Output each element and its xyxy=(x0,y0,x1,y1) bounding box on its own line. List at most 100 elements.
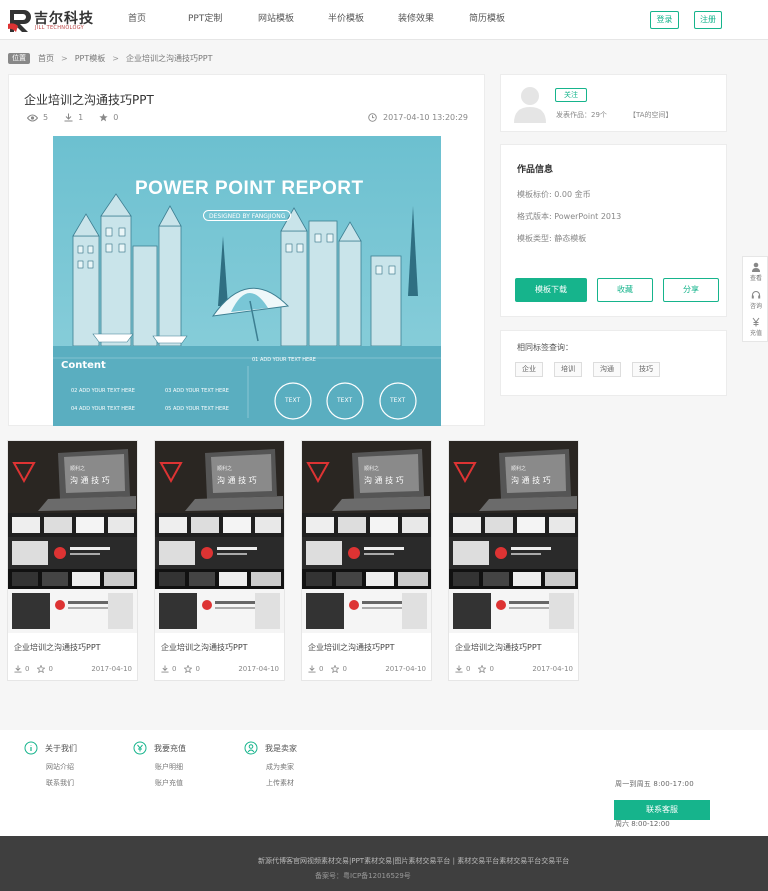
related-thumbnail[interactable]: 顺利之 沟 通 技 巧 xyxy=(449,441,578,633)
footer-col-title: 我是卖家 xyxy=(265,743,297,753)
side-view-label: 查看 xyxy=(749,275,762,282)
related-card[interactable]: 顺利之 沟 通 技 巧 企业培训之沟通技巧PPT 0 0 2017-04-10 xyxy=(301,440,432,681)
preview-image[interactable]: POWER POINT REPORT DESIGNED BY FANGJIONG… xyxy=(53,136,441,426)
related-downloads: 0 xyxy=(161,665,176,673)
nav-item-half-price[interactable]: 半价模板 xyxy=(328,0,398,40)
footer-link[interactable]: 上传素材 xyxy=(266,778,297,788)
thumbnail-title-2: 沟 通 技 巧 xyxy=(217,476,257,485)
download-icon xyxy=(64,113,73,122)
side-float-toolbar: 查看 咨询 充值 xyxy=(742,256,768,342)
login-button[interactable]: 登录 xyxy=(650,11,679,29)
footer-link[interactable]: 联系我们 xyxy=(46,778,77,788)
thumbnail-title-2: 沟 通 技 巧 xyxy=(511,476,551,485)
related-downloads-count: 0 xyxy=(319,665,324,673)
footer-link[interactable]: 账户充值 xyxy=(155,778,186,788)
stars-count: 0 xyxy=(113,113,119,122)
nav-item-web-templates[interactable]: 网站模板 xyxy=(258,0,328,40)
preview-item-5: 05 ADD YOUR TEXT HERE xyxy=(165,406,229,412)
nav-item-ppt-custom[interactable]: PPT定制 xyxy=(188,0,258,40)
related-date: 2017-04-10 xyxy=(238,665,279,673)
footer-link[interactable]: 账户明细 xyxy=(155,762,186,772)
preview-circle-text: TEXT xyxy=(285,397,301,404)
eye-icon xyxy=(27,114,38,121)
thumbnail-title-1: 顺利之 xyxy=(364,466,380,472)
stars-stat: 0 xyxy=(99,113,118,122)
side-recharge[interactable]: 充值 xyxy=(743,317,768,337)
side-recharge-label: 充值 xyxy=(749,330,762,337)
tags-card: 相同标签查询： 企业 培训 沟通 技巧 xyxy=(500,330,727,396)
download-icon xyxy=(455,665,463,673)
tag-item[interactable]: 培训 xyxy=(554,362,582,377)
breadcrumb-ppt[interactable]: PPT模板 xyxy=(75,53,106,64)
footer-copyright: 新源代博客官网视频素材交易|PPT素材交易|图片素材交易平台 | 素材交易平台素… xyxy=(258,857,570,865)
related-thumbnail[interactable]: 顺利之 沟 通 技 巧 xyxy=(8,441,137,633)
nav-item-resume[interactable]: 简历模板 xyxy=(469,0,539,40)
star-outline-icon xyxy=(478,665,487,673)
footer-link[interactable]: 成为卖家 xyxy=(266,762,297,772)
related-stars-count: 0 xyxy=(195,665,200,673)
side-consult[interactable]: 咨询 xyxy=(743,290,768,310)
logo-subtitle: JILL TECHNOLOGY xyxy=(35,25,84,31)
tag-item[interactable]: 企业 xyxy=(515,362,543,377)
headset-icon xyxy=(751,291,761,299)
views-stat: 5 xyxy=(27,113,48,122)
related-title[interactable]: 企业培训之沟通技巧PPT xyxy=(161,642,248,653)
thumbnail-title-1: 顺利之 xyxy=(70,466,86,472)
site-logo[interactable]: 吉尔科技 JILL TECHNOLOGY xyxy=(6,6,106,34)
downloads-count: 1 xyxy=(78,113,84,122)
collect-button[interactable]: 收藏 xyxy=(597,278,653,302)
nav-item-home[interactable]: 首页 xyxy=(128,0,188,40)
breadcrumb-current: 企业培训之沟通技巧PPT xyxy=(125,53,213,63)
related-downloads-count: 0 xyxy=(466,665,471,673)
related-title[interactable]: 企业培训之沟通技巧PPT xyxy=(308,642,395,653)
star-outline-icon xyxy=(331,665,340,673)
preview-item-2: 02 ADD YOUR TEXT HERE xyxy=(71,388,135,394)
download-button[interactable]: 模板下载 xyxy=(515,278,587,302)
follow-button[interactable]: 关注 xyxy=(555,88,587,102)
breadcrumb-home[interactable]: 首页 xyxy=(38,53,54,64)
related-card[interactable]: 顺利之 沟 通 技 巧 企业培训之沟通技巧PPT 0 0 2017-04-10 xyxy=(7,440,138,681)
breadcrumb-separator: > xyxy=(112,53,119,63)
star-icon xyxy=(99,113,108,122)
related-card[interactable]: 顺利之 沟 通 技 巧 企业培训之沟通技巧PPT 0 0 2017-04-10 xyxy=(448,440,579,681)
tag-item[interactable]: 沟通 xyxy=(593,362,621,377)
main-nav: 首页 PPT定制 网站模板 半价模板 装修效果 简历模板 xyxy=(128,0,539,40)
contact-service-button[interactable]: 联系客服 xyxy=(614,800,710,820)
thumbnail-title-1: 顺利之 xyxy=(217,466,233,472)
footer-col-title: 关于我们 xyxy=(45,743,77,753)
related-card[interactable]: 顺利之 沟 通 技 巧 企业培训之沟通技巧PPT 0 0 2017-04-10 xyxy=(154,440,285,681)
related-title[interactable]: 企业培训之沟通技巧PPT xyxy=(14,642,101,653)
avatar[interactable] xyxy=(513,85,547,123)
user-circle-icon xyxy=(244,741,258,755)
tag-list: 企业 培训 沟通 技巧 xyxy=(515,362,671,377)
footer-col-head: 我是卖家 xyxy=(244,740,297,756)
views-count: 5 xyxy=(43,113,49,122)
info-price: 模板标价: 0.00 金币 xyxy=(517,190,591,199)
related-title[interactable]: 企业培训之沟通技巧PPT xyxy=(455,642,542,653)
work-stats: 5 1 0 xyxy=(27,113,134,122)
star-outline-icon xyxy=(37,665,46,673)
related-meta: 0 0 2017-04-10 xyxy=(14,665,132,673)
related-date: 2017-04-10 xyxy=(385,665,426,673)
footer-col-recharge: 我要充值 账户明细 账户充值 xyxy=(133,740,186,788)
related-thumbnail[interactable]: 顺利之 沟 通 技 巧 xyxy=(155,441,284,633)
register-button[interactable]: 注册 xyxy=(694,11,722,29)
download-icon xyxy=(14,665,22,673)
footer-link[interactable]: 网站介绍 xyxy=(46,762,77,772)
nav-item-decoration[interactable]: 装修效果 xyxy=(398,0,469,40)
related-thumbnail[interactable]: 顺利之 沟 通 技 巧 xyxy=(302,441,431,633)
breadcrumb-separator: > xyxy=(61,53,68,63)
related-downloads-count: 0 xyxy=(25,665,30,673)
related-stars: 0 xyxy=(37,665,53,673)
related-date: 2017-04-10 xyxy=(532,665,573,673)
related-meta: 0 0 2017-04-10 xyxy=(455,665,573,673)
side-view[interactable]: 查看 xyxy=(743,262,768,282)
author-space-link[interactable]: 【TA的空间】 xyxy=(629,110,673,120)
tag-item[interactable]: 技巧 xyxy=(632,362,660,377)
related-meta: 0 0 2017-04-10 xyxy=(308,665,426,673)
footer-col-head: 关于我们 xyxy=(24,740,77,756)
info-type: 模板类型: 静态模板 xyxy=(517,234,587,243)
share-button[interactable]: 分享 xyxy=(663,278,719,302)
publish-date: 2017-04-10 13:20:29 xyxy=(368,113,468,122)
work-detail-panel: 企业培训之沟通技巧PPT 5 1 0 2017-04-10 13:20:29 P… xyxy=(8,74,485,426)
